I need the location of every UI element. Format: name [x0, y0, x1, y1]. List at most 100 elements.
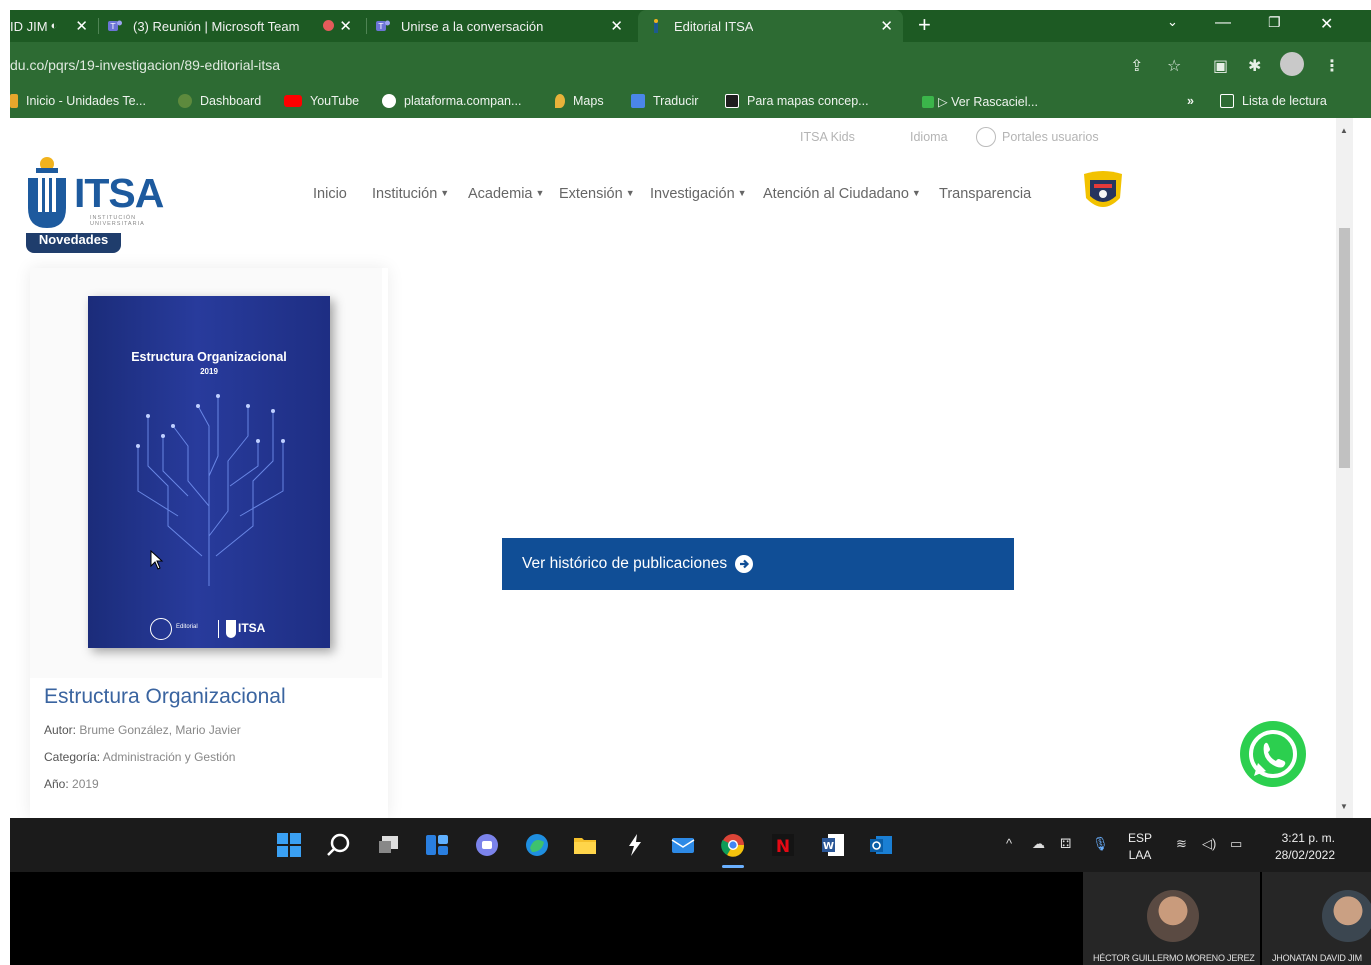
tab-id-jim[interactable]: ID JIM ◐ ✕	[10, 10, 98, 42]
close-icon[interactable]: ✕	[75, 17, 88, 35]
widgets-icon[interactable]	[424, 832, 450, 858]
bookmark-label: Dashboard	[200, 94, 262, 108]
mail-icon[interactable]	[670, 832, 696, 858]
chevron-up-icon[interactable]: ^	[1006, 836, 1012, 851]
participant-tile[interactable]: JHONATAN DAVID JIM	[1262, 872, 1371, 965]
year-label: Año:	[44, 777, 69, 791]
extensions-puzzle-icon[interactable]: ✱	[1248, 56, 1261, 76]
circuit-tree-illustration	[136, 394, 285, 586]
book-title-link[interactable]: Estructura Organizacional	[44, 685, 286, 709]
volume-icon[interactable]: ◁)	[1202, 836, 1216, 852]
nav-atencion-ciudadano[interactable]: Atención al Ciudadano ▼	[763, 186, 921, 202]
language-indicator[interactable]: ESP LAA	[1128, 830, 1152, 864]
active-app-indicator	[722, 865, 744, 868]
nav-label: Investigación	[650, 186, 735, 202]
bookmark-label: ▷ Ver Rascaciel...	[938, 95, 1038, 109]
restore-icon[interactable]: ❐	[1268, 14, 1281, 31]
url-field[interactable]: du.co/pqrs/19-investigacion/89-editorial…	[10, 57, 280, 73]
participant-name: JHONATAN DAVID JIM	[1272, 953, 1362, 963]
top-link-idioma[interactable]: Idioma	[910, 130, 948, 144]
outlook-icon[interactable]	[868, 832, 894, 858]
bookmark-icon	[10, 94, 18, 108]
category-value: Administración y Gestión	[102, 750, 236, 764]
nav-institucion[interactable]: Institución ▼	[372, 186, 449, 202]
scrollbar-thumb[interactable]	[1339, 228, 1350, 468]
page-scrollbar[interactable]: ▲ ▼	[1336, 118, 1353, 818]
wifi-icon[interactable]: ≋	[1176, 836, 1187, 852]
tab-join-conversation[interactable]: T Unirse a la conversación ✕	[375, 10, 633, 42]
nav-academia[interactable]: Academia ▼	[468, 186, 544, 202]
book-card[interactable]: Estructura Organizacional 2019 Editorial…	[30, 268, 388, 818]
history-publications-button[interactable]: Ver histórico de publicaciones	[502, 538, 1014, 590]
svg-text:T: T	[110, 22, 116, 31]
extension-icon[interactable]: ▣	[1213, 56, 1228, 76]
top-link-itsa-kids[interactable]: ITSA Kids	[800, 130, 855, 144]
battery-icon[interactable]: ▭	[1230, 836, 1242, 852]
address-bar: du.co/pqrs/19-investigacion/89-editorial…	[10, 42, 1371, 86]
web-page: ITSA Kids Idioma Portales usuarios ITSA …	[10, 118, 1353, 818]
app-tray-icon[interactable]: ⚃	[1060, 836, 1071, 852]
cover-divider	[218, 620, 219, 638]
nav-extension[interactable]: Extensión ▼	[559, 186, 635, 202]
microphone-icon[interactable]: 🎙	[1092, 836, 1109, 852]
scroll-up-icon[interactable]: ▲	[1340, 126, 1348, 135]
bookmark-inicio[interactable]: Inicio - Unidades Te...	[10, 94, 146, 108]
windows-start-icon[interactable]	[276, 832, 302, 858]
svg-text:T: T	[378, 22, 384, 31]
participant-tile[interactable]: HÉCTOR GUILLERMO MORENO JEREZ	[1083, 872, 1260, 965]
new-tab-button[interactable]: +	[918, 12, 931, 38]
book-cover-image[interactable]: Estructura Organizacional 2019 Editorial…	[88, 296, 330, 648]
top-link-portales[interactable]: Portales usuarios	[1002, 130, 1099, 144]
profile-avatar-icon[interactable]	[1280, 52, 1304, 76]
nav-transparencia[interactable]: Transparencia	[939, 186, 1031, 202]
nav-investigacion[interactable]: Investigación ▼	[650, 186, 747, 202]
tab-label: (3) Reunión | Microsoft Team	[133, 18, 300, 34]
logo-text: ITSA	[74, 170, 164, 216]
tab-search-icon[interactable]: ⌄	[1167, 14, 1178, 30]
tab-editorial-itsa[interactable]: Editorial ITSA ✕	[638, 10, 903, 42]
bookmark-youtube[interactable]: YouTube	[284, 94, 359, 108]
whatsapp-button[interactable]	[1240, 721, 1306, 787]
svg-text:W: W	[823, 841, 834, 852]
bookmark-traducir[interactable]: Traducir	[631, 94, 698, 108]
caret-down-icon: ▼	[440, 188, 450, 198]
book-category: Categoría: Administración y Gestión	[44, 750, 235, 764]
scroll-down-icon[interactable]: ▼	[1340, 802, 1348, 811]
close-icon[interactable]: ✕	[339, 17, 352, 35]
bookmark-mapas-conceptuales[interactable]: Para mapas concep...	[725, 94, 869, 108]
bookmark-plataforma[interactable]: plataforma.compan...	[382, 94, 521, 108]
word-icon[interactable]: W	[820, 832, 846, 858]
edge-icon[interactable]	[524, 832, 550, 858]
close-icon[interactable]: ✕	[610, 17, 623, 35]
minimize-icon[interactable]: —	[1215, 14, 1231, 32]
bookmark-star-icon[interactable]: ☆	[1167, 56, 1181, 76]
clock[interactable]: 3:21 p. m. 28/02/2022	[1260, 830, 1335, 864]
task-view-icon[interactable]	[376, 832, 402, 858]
meeting-participants-strip: HÉCTOR GUILLERMO MORENO JEREZ JHONATAN D…	[10, 872, 1371, 965]
participant-name: HÉCTOR GUILLERMO MORENO JEREZ	[1093, 953, 1255, 963]
share-icon[interactable]: ⇪	[1130, 56, 1143, 76]
teams-chat-icon[interactable]	[474, 832, 500, 858]
bookmark-dashboard[interactable]: Dashboard	[178, 94, 261, 108]
bookmark-rascacielos[interactable]: ▷ Ver Rascaciel...	[922, 94, 1038, 109]
power-automate-icon[interactable]	[622, 832, 648, 858]
onedrive-icon[interactable]: ☁	[1032, 836, 1045, 852]
menu-kebab-icon[interactable]: ⋮	[1324, 56, 1340, 76]
book-cover-wrap: Estructura Organizacional 2019 Editorial…	[30, 268, 382, 678]
more-bookmarks-icon[interactable]: »	[1187, 94, 1194, 108]
tab-teams-meeting[interactable]: T (3) Reunión | Microsoft Team ✕	[107, 10, 362, 42]
close-icon[interactable]: ✕	[880, 17, 893, 35]
nav-inicio[interactable]: Inicio	[313, 186, 347, 202]
section-badge-novedades: Novedades	[26, 233, 121, 253]
search-icon[interactable]	[326, 832, 352, 858]
cover-title: Estructura Organizacional	[131, 350, 287, 364]
window-close-icon[interactable]: ✕	[1320, 14, 1333, 34]
colombia-coat-of-arms-icon[interactable]	[1080, 168, 1126, 218]
whatsapp-icon	[1249, 730, 1297, 778]
chrome-icon[interactable]	[720, 832, 746, 858]
reading-list[interactable]: Lista de lectura	[1220, 94, 1327, 108]
file-explorer-icon[interactable]	[572, 832, 598, 858]
itsa-shield-icon	[226, 620, 236, 638]
bookmark-maps[interactable]: Maps	[555, 94, 604, 108]
netflix-icon[interactable]: N	[770, 832, 796, 858]
